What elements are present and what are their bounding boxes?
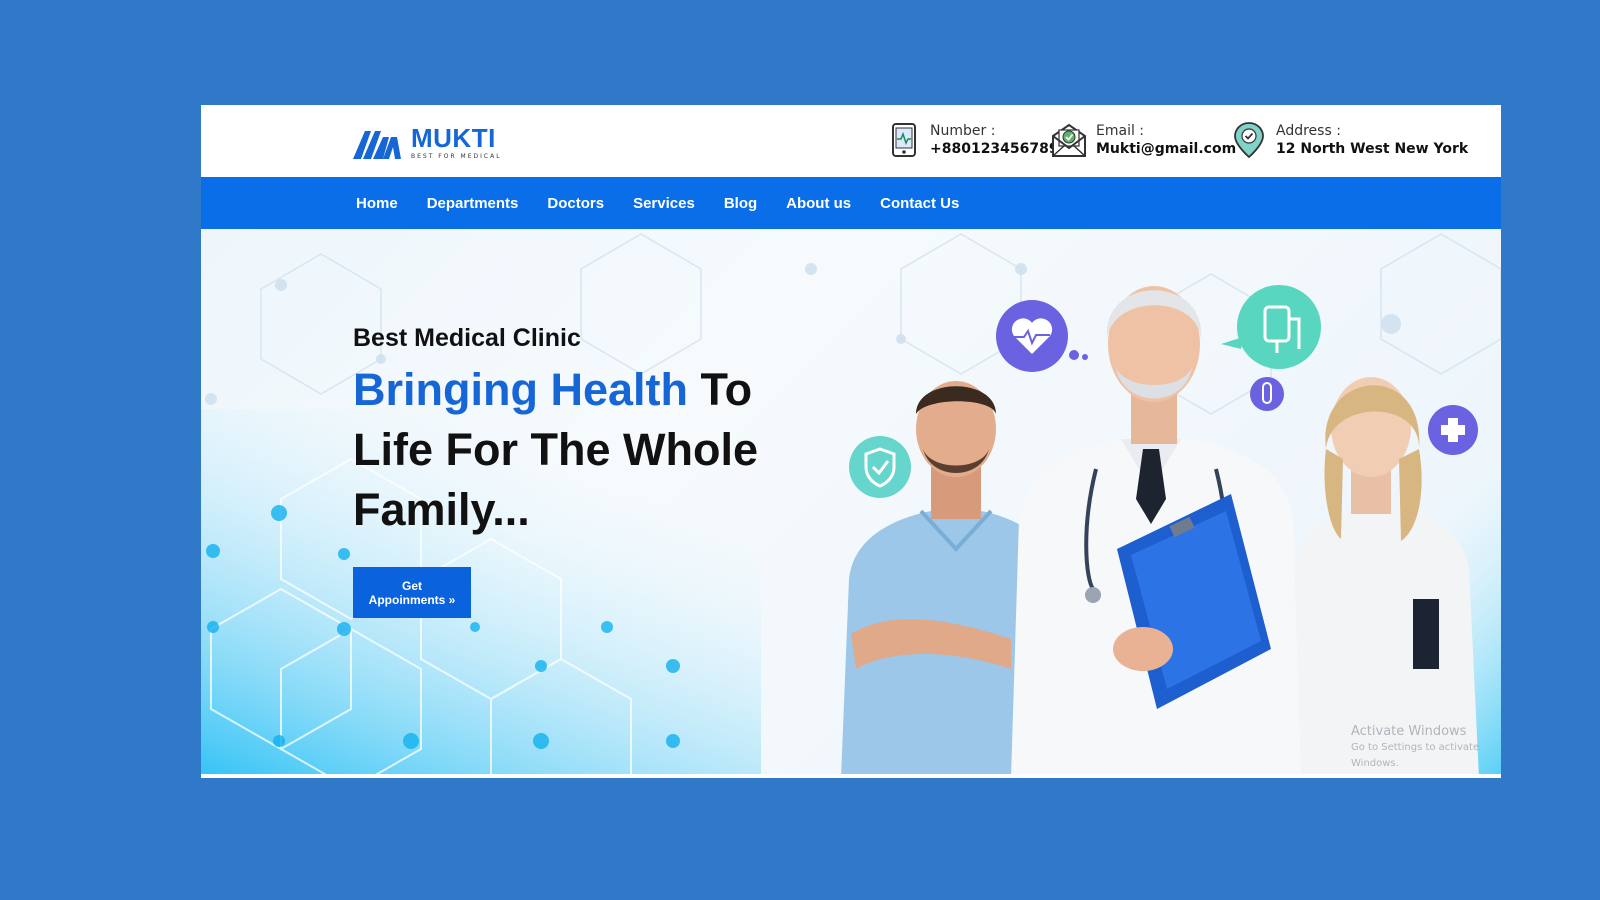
contact-address: Address : 12 North West New York: [1230, 121, 1468, 159]
brand-name: MUKTI: [411, 122, 496, 153]
website-frame: MUKTI BEST FOR MEDICAL Number : +8801234…: [201, 105, 1501, 778]
nav-item-home[interactable]: Home: [356, 195, 398, 212]
contact-email-label: Email :: [1096, 122, 1145, 139]
hero-headline-accent: Bringing Health: [353, 364, 688, 415]
hero-eyebrow: Best Medical Clinic: [353, 324, 581, 352]
contact-address-label: Address :: [1276, 122, 1341, 139]
nav-item-blog[interactable]: Blog: [724, 195, 757, 212]
cta-line-2: Appoinments »: [368, 592, 456, 607]
nav-item-doctors[interactable]: Doctors: [547, 195, 604, 212]
contact-number-value[interactable]: +880123456789: [930, 140, 1059, 158]
nav-item-services[interactable]: Services: [633, 195, 695, 212]
watermark-line-1: Activate Windows: [1351, 724, 1467, 739]
phone-device-icon: [892, 123, 916, 157]
contact-email-value[interactable]: Mukti@gmail.com: [1096, 140, 1236, 158]
nav-item-about-us[interactable]: About us: [786, 195, 851, 212]
contact-number: Number : +880123456789: [884, 121, 1059, 159]
logo-mark-icon: [353, 131, 401, 159]
plus-icon: [1428, 405, 1478, 455]
main-nav: Home Departments Doctors Services Blog A…: [201, 177, 1501, 229]
envelope-icon: [1052, 123, 1086, 157]
get-appointments-button[interactable]: Get Appoinments »: [353, 567, 471, 618]
nav-item-departments[interactable]: Departments: [427, 195, 519, 212]
hero-bottom-edge: [201, 774, 1501, 778]
brand-logo[interactable]: MUKTI BEST FOR MEDICAL: [353, 123, 502, 161]
hero-banner: Best Medical Clinic Bringing Health To L…: [201, 229, 1501, 778]
activate-windows-watermark: Activate Windows Go to Settings to activ…: [1351, 724, 1501, 772]
brand-tagline: BEST FOR MEDICAL: [411, 152, 502, 160]
watermark-line-2: Go to Settings to activate Windows.: [1351, 742, 1480, 769]
test-tube-icon: [1250, 377, 1284, 411]
doctors-illustration: [841, 285, 1479, 778]
contact-number-label: Number :: [930, 122, 996, 139]
shield-check-icon: [849, 436, 911, 498]
location-pin-icon: [1234, 122, 1264, 159]
hero-headline: Bringing Health To Life For The Whole Fa…: [353, 360, 813, 540]
logo-text: MUKTI BEST FOR MEDICAL: [411, 125, 502, 160]
cta-line-1: Get: [401, 578, 422, 593]
heart-pulse-icon: [996, 300, 1088, 372]
contact-email: Email : Mukti@gmail.com: [1050, 121, 1236, 159]
nav-item-contact-us[interactable]: Contact Us: [880, 195, 959, 212]
contact-address-value: 12 North West New York: [1276, 140, 1469, 157]
iv-bag-icon: [1221, 285, 1321, 369]
top-header: MUKTI BEST FOR MEDICAL Number : +8801234…: [201, 105, 1501, 177]
